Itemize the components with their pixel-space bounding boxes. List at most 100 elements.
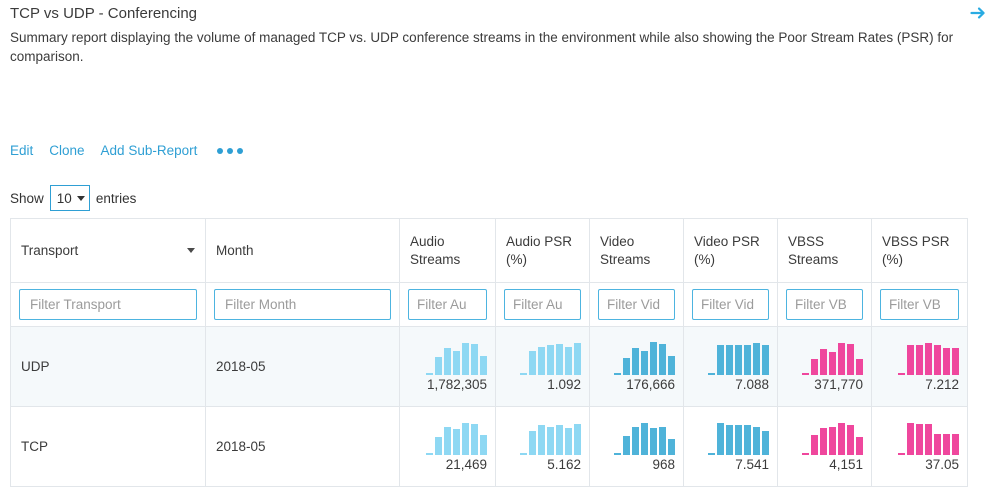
arrow-right-icon[interactable] (969, 4, 987, 22)
column-header-audio-streams[interactable]: Audio Streams (400, 219, 496, 283)
show-entries-suffix: entries (96, 191, 137, 206)
filter-input-transport[interactable] (19, 289, 197, 320)
table-row[interactable]: UDP2018-051,782,3051.092176,6667.088371,… (11, 327, 968, 407)
more-options-icon[interactable] (217, 148, 243, 154)
cell-month: 2018-05 (206, 327, 400, 407)
sparkline-chart (898, 341, 959, 375)
sparkline-bar (943, 434, 950, 455)
sparkline-bar (717, 423, 724, 455)
sparkline-bar (668, 439, 675, 455)
sparkline-bar (444, 348, 451, 375)
metric-value: 21,469 (446, 457, 487, 473)
metric-value: 37.05 (925, 457, 959, 473)
metric-value: 1,782,305 (427, 377, 487, 393)
sparkline-bar (632, 427, 639, 455)
column-header-video-psr[interactable]: Video PSR (%) (684, 219, 778, 283)
column-header-label: VBSS Streams (788, 233, 861, 269)
table-row[interactable]: TCP2018-0521,4695.1629687.5414,15137.05 (11, 407, 968, 487)
column-header-label: Audio Streams (410, 233, 485, 269)
sparkline-bar (762, 345, 769, 375)
sparkline-bar (471, 344, 478, 375)
filter-cell (778, 283, 872, 327)
sparkline-bar (952, 434, 959, 455)
column-header-transport[interactable]: Transport (11, 219, 206, 283)
cell-metric: 1,782,305 (400, 327, 496, 407)
sparkline-bar (426, 453, 433, 455)
sparkline-bar (426, 373, 433, 375)
sparkline-chart (708, 341, 769, 375)
sparkline-bar (659, 344, 666, 375)
cell-metric: 21,469 (400, 407, 496, 487)
cell-metric: 4,151 (778, 407, 872, 487)
sparkline-bar (952, 348, 959, 375)
sparkline-bar (802, 453, 809, 455)
column-header-month[interactable]: Month (206, 219, 400, 283)
table-head: Transport Month Audio Streams Audio PSR (%)… (11, 219, 968, 327)
metric-value: 371,770 (814, 377, 863, 393)
sparkline-chart (898, 421, 959, 455)
sparkline-bar (856, 437, 863, 455)
sparkline-bar (520, 453, 527, 455)
filter-input-audio-psr[interactable] (504, 289, 581, 320)
sparkline-bar (547, 345, 554, 375)
sparkline-chart (708, 421, 769, 455)
column-header-audio-psr[interactable]: Audio PSR (%) (496, 219, 590, 283)
sparkline-bar (444, 427, 451, 455)
edit-link[interactable]: Edit (10, 143, 33, 158)
add-sub-report-link[interactable]: Add Sub-Report (101, 143, 198, 158)
sparkline-bar (614, 373, 621, 375)
cell-month: 2018-05 (206, 407, 400, 487)
report-table-container: Transport Month Audio Streams Audio PSR (%)… (10, 218, 967, 487)
sparkline-chart (520, 341, 581, 375)
sparkline-bar (435, 437, 442, 455)
filter-cell (400, 283, 496, 327)
column-header-vbss-streams[interactable]: VBSS Streams (778, 219, 872, 283)
sparkline-bar (471, 424, 478, 455)
clone-link[interactable]: Clone (49, 143, 84, 158)
metric-value: 4,151 (829, 457, 863, 473)
metric-value: 7.088 (735, 377, 769, 393)
column-header-label: Month (216, 242, 254, 260)
sparkline-bar (916, 345, 923, 375)
filter-cell (11, 283, 206, 327)
sparkline-bar (744, 345, 751, 375)
entries-count-select[interactable]: 10 (50, 185, 90, 211)
sparkline-bar (847, 344, 854, 375)
sparkline-bar (907, 345, 914, 375)
table-filter-row (11, 283, 968, 327)
column-header-vbss-psr[interactable]: VBSS PSR (%) (872, 219, 968, 283)
sparkline-bar (538, 425, 545, 455)
table-body: UDP2018-051,782,3051.092176,6667.088371,… (11, 327, 968, 487)
column-header-video-streams[interactable]: Video Streams (590, 219, 684, 283)
sparkline-bar (641, 423, 648, 455)
sparkline-bar (907, 423, 914, 455)
sort-descending-icon[interactable] (187, 248, 195, 253)
metric-value: 5.162 (547, 457, 581, 473)
entries-count-value: 10 (57, 191, 72, 206)
sparkline-chart (520, 421, 581, 455)
sparkline-bar (820, 428, 827, 455)
sparkline-bar (668, 356, 675, 375)
chevron-down-icon (77, 196, 85, 201)
sparkline-bar (565, 428, 572, 455)
column-header-label: VBSS PSR (%) (882, 233, 957, 269)
column-header-label: Video PSR (%) (694, 233, 767, 269)
sparkline-bar (650, 428, 657, 455)
filter-input-video-psr[interactable] (692, 289, 769, 320)
sparkline-bar (556, 344, 563, 375)
sparkline-bar (925, 343, 932, 375)
sparkline-bar (708, 453, 715, 455)
cell-metric: 5.162 (496, 407, 590, 487)
sparkline-bar (453, 351, 460, 375)
filter-input-video-streams[interactable] (598, 289, 675, 320)
sparkline-bar (744, 425, 751, 455)
filter-input-vbss-psr[interactable] (880, 289, 959, 320)
sparkline-bar (462, 343, 469, 375)
sparkline-bar (462, 423, 469, 455)
sparkline-bar (538, 347, 545, 375)
filter-input-month[interactable] (214, 289, 391, 320)
sparkline-bar (650, 342, 657, 375)
filter-input-vbss-streams[interactable] (786, 289, 863, 320)
sparkline-bar (717, 345, 724, 375)
filter-input-audio-streams[interactable] (408, 289, 487, 320)
